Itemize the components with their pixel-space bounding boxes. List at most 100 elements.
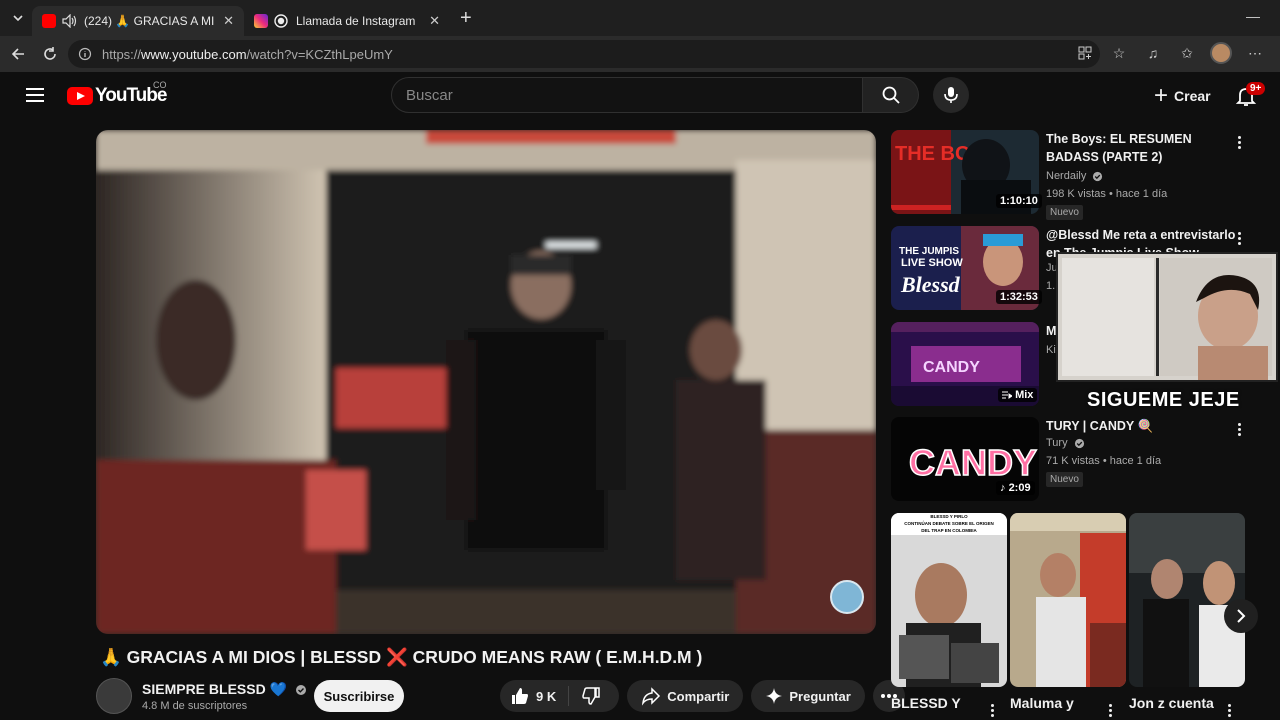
search-box bbox=[391, 77, 919, 113]
kebab-menu-icon[interactable] bbox=[988, 702, 996, 720]
tab-youtube[interactable]: (224) 🙏 GRACIAS A MI DIOS | BLESSD ✕ bbox=[32, 6, 244, 36]
country-code: CO bbox=[153, 80, 167, 90]
favorite-star-icon[interactable]: ☆ bbox=[1108, 42, 1130, 64]
search-button[interactable] bbox=[863, 77, 919, 113]
more-options-icon[interactable]: ⋯ bbox=[1244, 42, 1266, 64]
channel-watermark[interactable] bbox=[830, 580, 864, 614]
short-thumbnail[interactable] bbox=[1129, 513, 1245, 687]
ask-button[interactable]: Preguntar bbox=[751, 680, 865, 712]
new-tab-icon[interactable]: + bbox=[460, 7, 472, 30]
kebab-menu-icon[interactable] bbox=[1225, 702, 1233, 720]
speaker-icon[interactable] bbox=[62, 14, 78, 28]
mix-label: Mix bbox=[1015, 389, 1034, 401]
svg-text:CANDY: CANDY bbox=[923, 359, 980, 376]
overlay-caption: SIGUEME JEJE bbox=[1087, 389, 1240, 411]
close-tab-icon[interactable]: ✕ bbox=[429, 13, 440, 29]
share-button[interactable]: Compartir bbox=[627, 680, 744, 712]
search-icon bbox=[882, 86, 900, 104]
subscribe-button[interactable]: Suscribirse bbox=[314, 680, 404, 712]
record-icon bbox=[274, 14, 288, 28]
verified-badge-icon bbox=[295, 685, 306, 696]
webcam-image bbox=[1058, 254, 1276, 380]
kebab-menu-icon[interactable] bbox=[1235, 134, 1243, 152]
recommendation-channel[interactable]: Nerdaily bbox=[1046, 170, 1103, 182]
kebab-menu-icon[interactable] bbox=[1106, 702, 1114, 720]
close-tab-icon[interactable]: ✕ bbox=[223, 13, 234, 29]
recommendation-meta: 71 K vistas • hace 1 día bbox=[1046, 455, 1162, 467]
video-player[interactable] bbox=[96, 130, 876, 634]
svg-text:THE JUMPIS: THE JUMPIS bbox=[899, 246, 959, 257]
search-input[interactable] bbox=[391, 77, 863, 113]
url-path: /watch?v=KCZthLpeUmY bbox=[246, 46, 393, 62]
channel-name[interactable]: SIEMPRE BLESSD 💙 bbox=[142, 681, 307, 698]
minimize-icon[interactable]: — bbox=[1246, 8, 1260, 24]
youtube-play-icon bbox=[67, 87, 93, 105]
site-info-icon[interactable] bbox=[78, 47, 92, 61]
sparkle-icon bbox=[766, 688, 783, 704]
youtube-logo[interactable]: YouTube CO bbox=[67, 80, 167, 107]
instagram-favicon-icon bbox=[254, 14, 268, 28]
video-title: 🙏 GRACIAS A MI DIOS | BLESSD ❌ CRUDO MEA… bbox=[100, 647, 703, 667]
create-label: Crear bbox=[1174, 88, 1211, 104]
svg-text:Blessd: Blessd bbox=[900, 272, 961, 297]
ask-label: Preguntar bbox=[789, 688, 851, 704]
short-caption-line: CONTINÚAN DEBATE SOBRE EL ORIGEN bbox=[904, 520, 994, 526]
subscriber-count: 4.8 M de suscriptores bbox=[142, 700, 248, 712]
microphone-icon bbox=[944, 87, 958, 103]
video-frame bbox=[96, 130, 876, 634]
youtube-favicon-icon bbox=[42, 14, 56, 28]
short-title[interactable]: Jon z cuenta bbox=[1129, 695, 1214, 711]
playlist-icon bbox=[1002, 391, 1013, 400]
menu-icon[interactable] bbox=[24, 84, 46, 106]
recommendation-title: TURY | CANDY 🍭 bbox=[1046, 419, 1154, 433]
channel-avatar[interactable] bbox=[96, 678, 132, 714]
channel-text: Tury bbox=[1046, 437, 1068, 449]
masthead: YouTube CO + Crear 9+ bbox=[0, 72, 1280, 120]
reload-button[interactable] bbox=[34, 38, 66, 70]
chevron-right-icon bbox=[1237, 609, 1246, 623]
short-title[interactable]: Maluma y bbox=[1010, 695, 1074, 711]
recommendation-meta: 1. bbox=[1046, 280, 1056, 292]
title-line: The Boys: EL RESUMEN bbox=[1046, 132, 1192, 146]
media-control-icon[interactable]: ♫ bbox=[1142, 42, 1164, 64]
url-host: www.youtube.com bbox=[141, 46, 247, 62]
notifications-badge: 9+ bbox=[1246, 82, 1266, 95]
tab-instagram[interactable]: Llamada de Instagram ✕ bbox=[244, 6, 450, 36]
kebab-menu-icon[interactable] bbox=[1235, 421, 1243, 439]
browser-tab-bar: (224) 🙏 GRACIAS A MI DIOS | BLESSD ✕ Lla… bbox=[0, 0, 1280, 36]
create-button[interactable]: + Crear bbox=[1146, 80, 1219, 112]
video-owner-row: SIEMPRE BLESSD 💙 4.8 M de suscriptores S… bbox=[96, 678, 905, 714]
short-image bbox=[1010, 513, 1126, 687]
voice-search-button[interactable] bbox=[933, 77, 969, 113]
verified-badge-icon bbox=[1093, 171, 1103, 181]
favorites-icon[interactable]: ✩ bbox=[1176, 42, 1198, 64]
short-title[interactable]: BLESSD Y bbox=[891, 695, 961, 711]
recommendation-item[interactable]: CANDY ♪ 2:09 TURY | CANDY 🍭 Tury 71 K vi… bbox=[891, 417, 1251, 501]
thumbs-up-icon bbox=[512, 688, 528, 704]
short-image: BLESSD Y PIRLO CONTINÚAN DEBATE SOBRE EL… bbox=[891, 513, 1007, 687]
short-thumbnail[interactable]: BLESSD Y PIRLO CONTINÚAN DEBATE SOBRE EL… bbox=[891, 513, 1007, 687]
profile-avatar[interactable] bbox=[1210, 42, 1232, 64]
recommendation-item[interactable]: THE BOYS 1:10:10 The Boys: EL RESUMEN BAD… bbox=[891, 130, 1251, 220]
short-caption-line: BLESSD Y PIRLO bbox=[930, 514, 968, 519]
thumbs-down-icon bbox=[582, 687, 600, 705]
back-button[interactable] bbox=[2, 38, 34, 70]
recommendation-channel[interactable]: Ki bbox=[1046, 344, 1056, 356]
dislike-button[interactable] bbox=[569, 686, 619, 706]
recommendation-channel[interactable]: Tury bbox=[1046, 437, 1085, 449]
share-icon bbox=[642, 687, 661, 706]
shorts-next-button[interactable] bbox=[1224, 599, 1258, 633]
address-bar[interactable]: https://www.youtube.com/watch?v=KCZthLpe… bbox=[68, 40, 1100, 68]
tab-list-menu-button[interactable] bbox=[4, 4, 32, 32]
share-label: Compartir bbox=[667, 688, 730, 704]
channel-name-text: SIEMPRE BLESSD 💙 bbox=[142, 681, 288, 697]
tab-label: Llamada de Instagram bbox=[296, 14, 416, 28]
browser-toolbar: https://www.youtube.com/watch?v=KCZthLpe… bbox=[0, 36, 1280, 72]
kebab-menu-icon[interactable] bbox=[1235, 230, 1243, 248]
apps-icon[interactable] bbox=[1074, 42, 1096, 64]
chevron-down-icon bbox=[13, 15, 23, 22]
duration-badge: 1:10:10 bbox=[996, 194, 1042, 208]
arrow-left-icon bbox=[11, 48, 24, 60]
short-thumbnail[interactable] bbox=[1010, 513, 1126, 687]
like-button[interactable]: 9 K bbox=[500, 686, 570, 706]
